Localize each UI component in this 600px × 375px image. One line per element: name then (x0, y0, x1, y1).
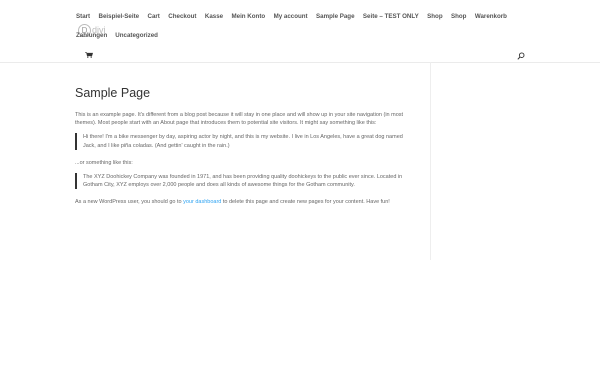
quote-bike-messenger: Hi there! I'm a bike messenger by day, a… (75, 133, 411, 150)
main-navigation: Start Beispiel-Seite Cart Checkout Kasse Mein… (76, 9, 526, 23)
quote-text: The XYZ Doohickey Company was founded in… (83, 174, 403, 189)
nav-item[interactable]: Cart (147, 13, 159, 20)
search-icon[interactable] (517, 52, 525, 60)
or-paragraph: ...or something like this: (75, 159, 133, 166)
page-title: Sample Page (75, 86, 151, 100)
main-content: Sample Page This is an example page. It'… (75, 86, 411, 213)
nav-item[interactable]: Uncategorized (115, 32, 158, 39)
nav-item[interactable]: Seite – TEST ONLY (363, 13, 419, 20)
nav-item[interactable]: Zahlungen (76, 32, 107, 39)
nav-item[interactable]: Kasse (205, 13, 223, 20)
nav-item[interactable]: Mein Konto (231, 13, 265, 20)
intro-paragraph: This is an example page. It's different … (75, 112, 404, 127)
dashboard-link[interactable]: your dashboard (183, 199, 221, 205)
nav-item[interactable]: Beispiel-Seite (99, 13, 140, 20)
sidebar-divider (430, 62, 431, 260)
nav-row-primary: Start Beispiel-Seite Cart Checkout Kasse Mein… (76, 9, 526, 23)
outro-text-before: As a new WordPress user, you should go t… (75, 199, 184, 206)
nav-item[interactable]: Start (76, 13, 90, 20)
quote-text: Hi there! I'm a bike messenger by day, a… (83, 134, 403, 149)
nav-item[interactable]: Shop (451, 13, 466, 20)
quote-doohickey-company: The XYZ Doohickey Company was founded in… (75, 173, 411, 190)
outro-text-after: to delete this page and create new pages… (221, 199, 390, 206)
nav-item[interactable]: Shop (427, 13, 442, 20)
nav-item[interactable]: Checkout (168, 13, 196, 20)
nav-row-secondary: Zahlungen Uncategorized (76, 32, 166, 39)
nav-item[interactable]: Sample Page (316, 13, 355, 20)
site-header: Start Beispiel-Seite Cart Checkout Kasse Mein… (0, 0, 600, 62)
nav-item[interactable]: Warenkorb (475, 13, 507, 20)
nav-item[interactable]: My account (274, 13, 308, 20)
outro-paragraph: As a new WordPress user, you should go t… (75, 198, 411, 206)
cart-icon[interactable] (85, 52, 93, 58)
